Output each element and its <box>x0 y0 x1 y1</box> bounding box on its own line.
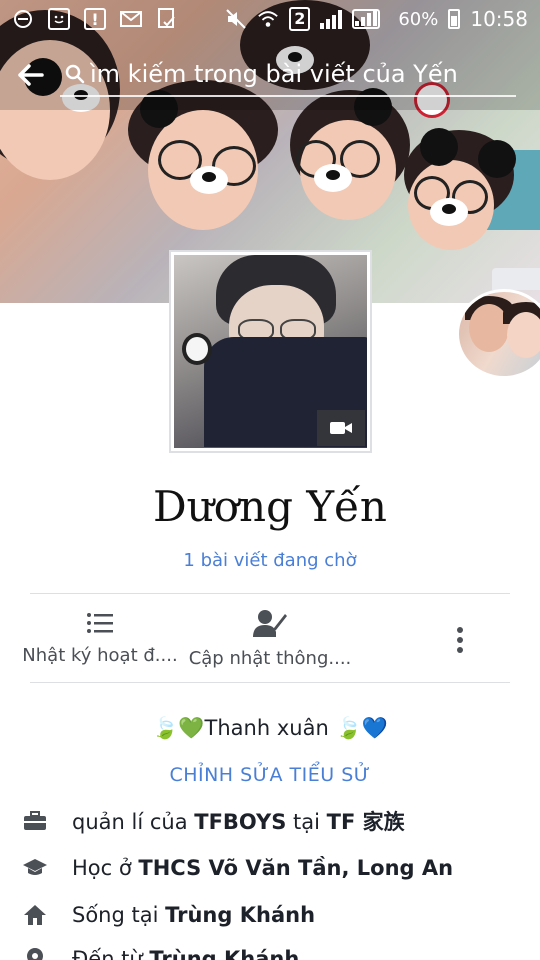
list-icon <box>87 612 113 633</box>
update-info-label: Cập nhật thông.... <box>188 647 352 669</box>
bear-nose-decor <box>430 198 468 226</box>
avatar-watch <box>182 333 212 365</box>
update-info-button[interactable]: Cập nhật thông.... <box>180 594 360 682</box>
battery-percent: 60% <box>398 8 439 30</box>
bio-label: Thanh xuân <box>204 716 329 740</box>
from-info-text: Đến từ Trùng Khánh <box>72 947 300 960</box>
from-info-row[interactable]: Đến từ Trùng Khánh <box>22 944 299 960</box>
profile-action-row: Nhật ký hoạt đ.... Cập nhật thông.... <box>22 593 510 683</box>
leaf-emoji-icon: 🍃 <box>335 716 362 740</box>
search-input[interactable]: ìm kiếm trong bài viết của Yến <box>60 53 516 97</box>
bio-text: 🍃💚Thanh xuân 🍃💙 <box>0 716 540 741</box>
lives-info-row[interactable]: Sống tại Trùng Khánh <box>22 900 315 930</box>
sms-face-icon <box>48 8 70 30</box>
education-info-row[interactable]: Học ở THCS Võ Văn Tần, Long An <box>22 853 453 883</box>
work-info-text: quản lí của TFBOYS tại TF 家族 <box>72 810 405 834</box>
battery-icon <box>448 9 461 29</box>
back-button[interactable] <box>0 50 60 100</box>
bear-ear-decor <box>420 128 458 166</box>
profile-picture-image <box>174 255 367 448</box>
mail-icon <box>120 8 142 30</box>
minus-circle-icon <box>12 8 34 30</box>
work-info-row[interactable]: quản lí của TFBOYS tại TF 家族 <box>22 806 405 836</box>
search-placeholder: ìm kiếm trong bài viết của Yến <box>90 60 458 88</box>
alert-icon: ! <box>84 8 106 30</box>
side-profile-photo[interactable] <box>456 289 540 379</box>
profile-video-button[interactable] <box>317 410 365 446</box>
lives-info-text: Sống tại Trùng Khánh <box>72 903 316 927</box>
profile-picture[interactable] <box>169 250 372 453</box>
top-bar: ìm kiếm trong bài viết của Yến <box>0 50 540 100</box>
green-heart-icon: 💚 <box>178 716 205 740</box>
edit-bio-link[interactable]: CHỈNH SỬA TIỂU SỬ <box>0 764 540 786</box>
activity-log-button[interactable]: Nhật ký hoạt đ.... <box>10 594 190 682</box>
graduation-cap-icon <box>22 855 48 881</box>
bear-nose-decor <box>190 166 228 194</box>
blue-heart-icon: 💙 <box>361 716 388 740</box>
bear-ear-decor <box>478 140 516 178</box>
bear-nose-decor <box>314 164 352 192</box>
briefcase-icon <box>22 808 48 834</box>
signal-icon <box>352 9 381 29</box>
profile-name: Dương Yến <box>153 482 387 531</box>
photo-face <box>507 312 540 358</box>
mute-icon <box>225 8 247 30</box>
home-icon <box>22 902 48 928</box>
education-info-text: Học ở THCS Võ Văn Tần, Long An <box>72 856 454 880</box>
video-camera-icon <box>330 422 352 434</box>
more-vertical-icon <box>457 627 463 653</box>
person-edit-icon <box>253 609 287 637</box>
status-bar: ! 2 60% 10:58 <box>0 0 540 38</box>
signal-icon <box>320 9 343 29</box>
wifi-icon <box>257 8 279 30</box>
cover-camera-tab[interactable] <box>492 268 540 290</box>
pending-posts-link[interactable]: 1 bài viết đang chờ <box>0 550 540 571</box>
clock: 10:58 <box>470 7 528 31</box>
activity-log-label: Nhật ký hoạt đ.... <box>22 644 178 666</box>
search-icon <box>60 64 90 84</box>
more-options-button[interactable] <box>440 620 480 660</box>
back-arrow-icon <box>18 64 44 86</box>
location-pin-icon <box>22 946 48 960</box>
leaf-emoji-icon: 🍃 <box>152 716 179 740</box>
check-file-icon <box>156 8 178 30</box>
sim-slot-badge: 2 <box>289 7 311 31</box>
